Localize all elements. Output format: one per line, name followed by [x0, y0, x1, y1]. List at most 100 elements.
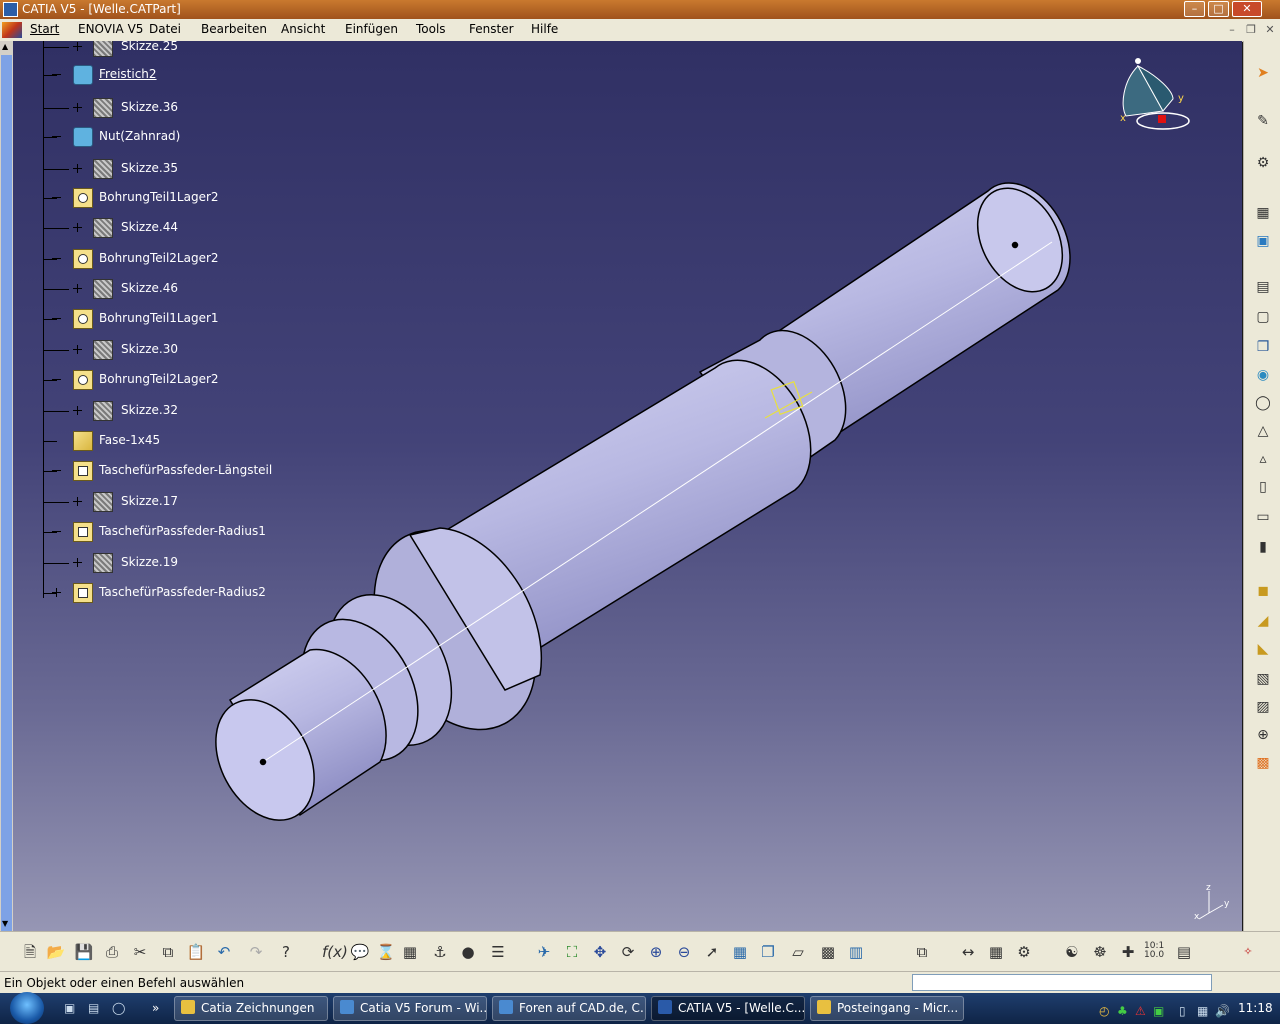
tree-node-hole[interactable]: BohrungTeil2Lager2: [43, 368, 303, 392]
tree-node-label[interactable]: Skizze.25: [119, 41, 180, 53]
tree-node-label[interactable]: TaschefürPassfeder-Radius1: [97, 524, 268, 538]
tree-node-label[interactable]: Skizze.46: [119, 281, 180, 295]
start-orb-button[interactable]: [10, 992, 44, 1024]
whats-this-icon[interactable]: ?: [276, 942, 296, 962]
pocket-icon[interactable]: ▢: [1253, 307, 1273, 327]
shaft-icon[interactable]: ❐: [1253, 337, 1273, 357]
collapse-icon[interactable]: [52, 527, 61, 536]
tree-node-groove[interactable]: Freistich2: [43, 63, 303, 87]
wheel-icon[interactable]: ☸: [1090, 942, 1110, 962]
tray-network-icon[interactable]: ▦: [1197, 1004, 1213, 1019]
expand-icon[interactable]: [73, 406, 82, 415]
save-icon[interactable]: 💾: [74, 942, 94, 962]
redo-icon[interactable]: ↷: [246, 942, 266, 962]
tree-node-label[interactable]: Freistich2: [97, 67, 159, 81]
expand-icon[interactable]: [73, 497, 82, 506]
doc-close-button[interactable]: ✕: [1262, 23, 1278, 37]
tree-node-hole[interactable]: BohrungTeil1Lager1: [43, 307, 303, 331]
axis-icon[interactable]: ✚: [1118, 942, 1138, 962]
inertia-icon[interactable]: ⚙: [1014, 942, 1034, 962]
analysis-icon[interactable]: ⧉: [912, 942, 932, 962]
tray-device-icon[interactable]: ▯: [1179, 1004, 1195, 1019]
tray-volume-icon[interactable]: 🔊: [1215, 1004, 1231, 1019]
thread-icon[interactable]: ⊕: [1253, 725, 1273, 745]
taskbar-item-foren-cad[interactable]: Foren auf CAD.de, C...: [492, 996, 646, 1021]
tray-update-icon[interactable]: ▣: [1153, 1004, 1169, 1019]
show-desktop-icon[interactable]: ▣: [64, 1001, 80, 1016]
collapse-icon[interactable]: [52, 70, 61, 79]
zoom-out-icon[interactable]: ⊖: [674, 942, 694, 962]
reorder-icon[interactable]: ☰: [488, 942, 508, 962]
collapse-icon[interactable]: [52, 314, 61, 323]
tree-node-sketch[interactable]: Skizze.19: [43, 551, 325, 575]
tree-node-sketch[interactable]: Skizze.36: [43, 96, 325, 120]
expand-icon[interactable]: [73, 223, 82, 232]
scale-icon[interactable]: 10:1 10.0: [1144, 942, 1164, 962]
catia-app-icon[interactable]: [3, 2, 18, 17]
collapse-icon[interactable]: [52, 132, 61, 141]
doc-minimize-button[interactable]: –: [1224, 23, 1240, 37]
pad-icon[interactable]: ▤: [1253, 277, 1273, 297]
knowledge-icon[interactable]: ●: [458, 942, 478, 962]
plane-icon[interactable]: ▣: [1253, 231, 1273, 251]
expand-icon[interactable]: [73, 345, 82, 354]
catia-menu-logo[interactable]: [2, 22, 22, 38]
measure-item-icon[interactable]: ▦: [986, 942, 1006, 962]
doc-restore-button[interactable]: ❐: [1243, 23, 1259, 37]
tray-acrobat-icon[interactable]: ⚠: [1135, 1004, 1151, 1019]
tree-node-groove[interactable]: Nut(Zahnrad): [43, 125, 303, 149]
formula-icon[interactable]: f(x): [322, 942, 348, 962]
tree-node-label[interactable]: Skizze.35: [119, 161, 180, 175]
3d-viewport[interactable]: Skizze.25 Freistich2 Skizze.36 Nut(Zahnrad)…: [13, 41, 1242, 931]
menu-bearbeiten[interactable]: Bearbeiten: [201, 22, 267, 36]
rotate-icon[interactable]: ⟳: [618, 942, 638, 962]
menu-tools[interactable]: Tools: [416, 22, 446, 36]
normal-view-icon[interactable]: ➚: [702, 942, 722, 962]
expand-icon[interactable]: [73, 164, 82, 173]
taskbar-item-catia-forum[interactable]: Catia V5 Forum - Wi...: [333, 996, 487, 1021]
taskbar-clock[interactable]: 11:18: [1238, 1001, 1273, 1015]
close-button[interactable]: ✕: [1232, 1, 1262, 17]
groove-icon[interactable]: ◉: [1253, 365, 1273, 385]
tree-node-label[interactable]: Skizze.44: [119, 220, 180, 234]
rib-icon[interactable]: △: [1253, 421, 1273, 441]
tree-node-sketch[interactable]: Skizze.46: [43, 277, 325, 301]
fillet-icon[interactable]: ◼: [1253, 581, 1273, 601]
taskbar-item-posteingang[interactable]: Posteingang - Micr...: [810, 996, 964, 1021]
tree-node-label[interactable]: Skizze.19: [119, 555, 180, 569]
expand-icon[interactable]: [73, 103, 82, 112]
menu-enovia[interactable]: ENOVIA V5: [78, 22, 143, 36]
collapse-icon[interactable]: [52, 466, 61, 475]
paste-icon[interactable]: 📋: [186, 942, 206, 962]
switch-windows-icon[interactable]: ▤: [88, 1001, 104, 1016]
expand-icon[interactable]: [73, 42, 82, 51]
tree-node-sketch[interactable]: Skizze.17: [43, 490, 325, 514]
chamfer-icon[interactable]: ◢: [1253, 611, 1273, 631]
zoom-in-icon[interactable]: ⊕: [646, 942, 666, 962]
tree-node-sketch[interactable]: Skizze.35: [43, 157, 325, 181]
menu-start[interactable]: Start: [30, 22, 59, 36]
menu-datei[interactable]: Datei: [149, 22, 181, 36]
tree-node-label[interactable]: BohrungTeil2Lager2: [97, 372, 221, 386]
stiffener-icon[interactable]: ▯: [1253, 477, 1273, 497]
tree-scrollbar-thumb[interactable]: [1, 55, 12, 935]
tree-node-chamfer[interactable]: Fase-1x45: [43, 429, 303, 453]
menu-einfuegen[interactable]: Einfügen: [345, 22, 398, 36]
hide-show-icon[interactable]: ▩: [818, 942, 838, 962]
tree-node-sketch[interactable]: Skizze.25: [43, 41, 325, 59]
tree-node-label[interactable]: TaschefürPassfeder-Radius2: [97, 585, 268, 599]
tree-node-label[interactable]: Skizze.32: [119, 403, 180, 417]
tree-scrollbar[interactable]: ▲ ▼: [0, 41, 13, 935]
tray-clock-app-icon[interactable]: ◴: [1099, 1004, 1115, 1019]
draft-icon[interactable]: ◣: [1253, 639, 1273, 659]
print-icon[interactable]: ⎙: [102, 942, 122, 962]
shell-icon[interactable]: ▧: [1253, 669, 1273, 689]
select-arrow-icon[interactable]: ➤: [1253, 63, 1273, 83]
quicklaunch-overflow[interactable]: »: [152, 1001, 168, 1016]
tree-node-hole[interactable]: BohrungTeil1Lager2: [43, 186, 303, 210]
comment-icon[interactable]: 💬: [350, 942, 370, 962]
constraint-icon[interactable]: ▦: [1253, 203, 1273, 223]
slot-icon[interactable]: ▵: [1253, 449, 1273, 469]
apply-material-icon[interactable]: ☯: [1062, 942, 1082, 962]
collapse-icon[interactable]: [52, 193, 61, 202]
